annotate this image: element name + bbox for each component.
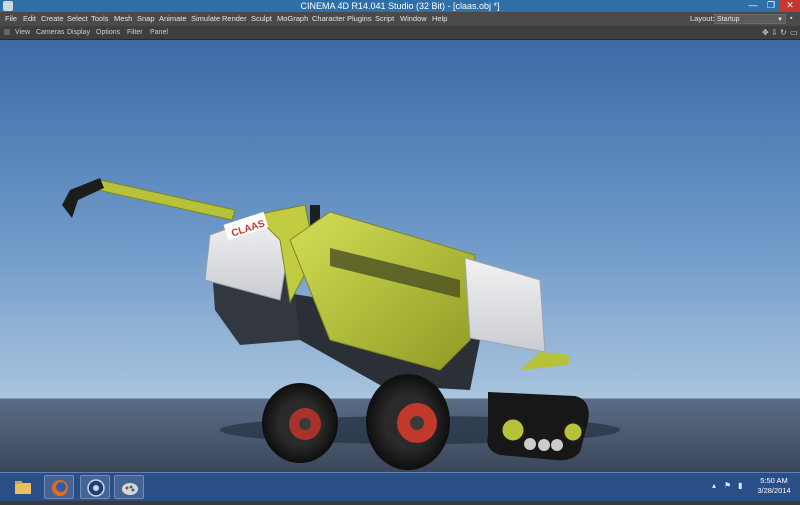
menu-plugins[interactable]: Plugins xyxy=(347,12,372,26)
3d-viewport[interactable]: CLAAS xyxy=(0,40,800,472)
auger-spout xyxy=(62,178,104,218)
maximize-button[interactable]: ❐ xyxy=(762,0,780,12)
unloading-auger xyxy=(97,179,236,221)
pin-icon[interactable]: ▪ xyxy=(790,14,798,23)
network-icon[interactable]: ▮ xyxy=(738,481,742,490)
viewport-menu-panel[interactable]: Panel xyxy=(150,26,168,39)
clock-time: 5:50 AM xyxy=(760,476,788,485)
menu-help[interactable]: Help xyxy=(432,12,447,26)
menu-create[interactable]: Create xyxy=(41,12,64,26)
viewport-menu-cameras[interactable]: Cameras xyxy=(36,26,64,39)
window-title: CINEMA 4D R14.041 Studio (32 Bit) - [cla… xyxy=(300,1,500,11)
taskbar: ▴ ⚑ ▮ 5:50 AM 3/28/2014 xyxy=(0,472,800,501)
move-view-icon[interactable]: ✥ xyxy=(762,26,769,39)
menu-simulate[interactable]: Simulate xyxy=(191,12,220,26)
viewport-menu-filter[interactable]: Filter xyxy=(127,26,143,39)
menu-mesh[interactable]: Mesh xyxy=(114,12,132,26)
menu-select[interactable]: Select xyxy=(67,12,88,26)
firefox-icon[interactable] xyxy=(44,475,74,499)
track-roller-1 xyxy=(524,438,536,450)
layout-label: Layout: xyxy=(690,14,715,23)
track-roller-2 xyxy=(538,439,550,451)
rear-panel xyxy=(520,352,570,370)
menu-character[interactable]: Character xyxy=(312,12,345,26)
layout-dropdown[interactable]: Startup ▼ xyxy=(714,14,786,24)
track-idler xyxy=(561,420,585,444)
chevron-down-icon: ▼ xyxy=(777,17,783,23)
viewport-menu-view[interactable]: View xyxy=(15,26,30,39)
menu-render[interactable]: Render xyxy=(222,12,247,26)
track-drive-wheel xyxy=(499,416,527,444)
viewport-menu-display[interactable]: Display xyxy=(67,26,90,39)
zoom-view-icon[interactable]: ⇩ xyxy=(771,26,778,39)
menu-snap[interactable]: Snap xyxy=(137,12,155,26)
system-clock[interactable]: 5:50 AM 3/28/2014 xyxy=(752,476,796,496)
menu-animate[interactable]: Animate xyxy=(159,12,187,26)
clock-date: 3/28/2014 xyxy=(757,486,791,495)
menu-edit[interactable]: Edit xyxy=(23,12,36,26)
file-explorer-icon[interactable] xyxy=(8,475,38,499)
flag-icon[interactable]: ⚑ xyxy=(724,481,731,490)
engine-cover-white xyxy=(464,257,546,353)
viewport-menu-bar: View Cameras Display Options Filter Pane… xyxy=(0,26,800,40)
viewport-menu-options[interactable]: Options xyxy=(96,26,120,39)
menu-sculpt[interactable]: Sculpt xyxy=(251,12,272,26)
tray-expand-icon[interactable]: ▴ xyxy=(712,481,716,490)
close-button[interactable]: ✕ xyxy=(780,0,800,12)
cinema4d-icon[interactable] xyxy=(80,475,110,499)
minimize-button[interactable]: — xyxy=(744,0,762,12)
menu-window[interactable]: Window xyxy=(400,12,427,26)
maximize-view-icon[interactable]: ▭ xyxy=(790,26,798,39)
grip-icon xyxy=(4,29,10,35)
menu-script[interactable]: Script xyxy=(375,12,394,26)
main-menu-bar: File Edit Create Select Tools Mesh Snap … xyxy=(0,12,800,26)
paint-icon[interactable] xyxy=(114,475,144,499)
title-bar: CINEMA 4D R14.041 Studio (32 Bit) - [cla… xyxy=(0,0,800,12)
track-roller-3 xyxy=(551,439,563,451)
menu-tools[interactable]: Tools xyxy=(91,12,109,26)
menu-file[interactable]: File xyxy=(5,12,17,26)
rotate-view-icon[interactable]: ↻ xyxy=(780,26,787,39)
menu-mograph[interactable]: MoGraph xyxy=(277,12,308,26)
scene-render: CLAAS xyxy=(62,178,620,470)
layout-value: Startup xyxy=(717,16,740,23)
